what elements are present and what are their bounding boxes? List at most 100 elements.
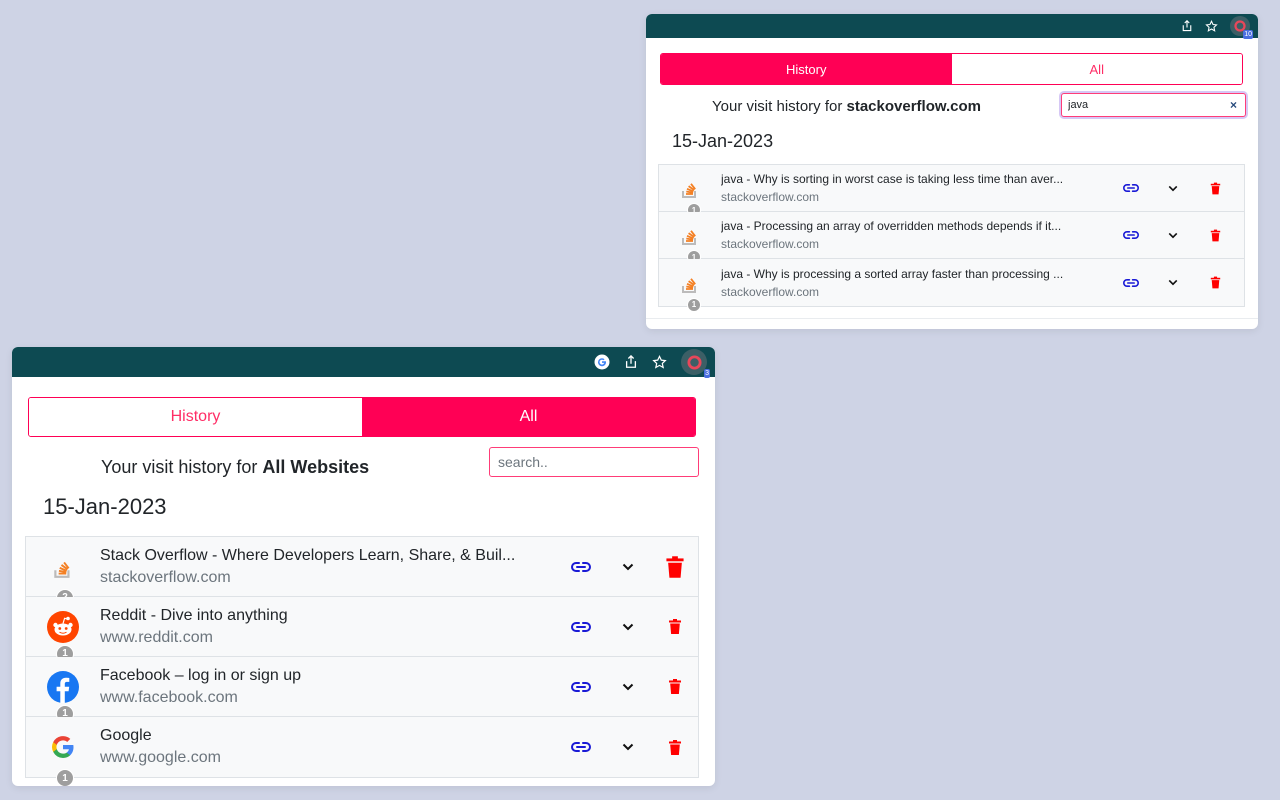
stackoverflow-icon <box>54 561 70 578</box>
item-info: java - Why is processing a sorted array … <box>721 267 1110 299</box>
item-info: Stack Overflow - Where Developers Learn,… <box>100 547 557 587</box>
trash-icon[interactable] <box>651 678 698 695</box>
search-input[interactable] <box>498 454 698 470</box>
page-heading: Your visit history for stackoverflow.com <box>712 98 981 115</box>
history-row: 1 Facebook – log in or sign up www.faceb… <box>26 657 698 723</box>
star-icon[interactable] <box>1205 19 1218 33</box>
chevron-down-icon[interactable] <box>604 683 651 691</box>
item-title: java - Why is processing a sorted array … <box>721 266 1064 281</box>
item-url: www.google.com <box>100 749 221 766</box>
favicon-wrap: 1 <box>26 610 100 663</box>
clear-search-icon[interactable]: × <box>1230 98 1237 112</box>
page-heading: Your visit history for All Websites <box>101 457 369 478</box>
visit-count-badge: 1 <box>687 297 701 312</box>
heading-prefix: Your visit history for <box>712 98 847 115</box>
item-url: www.facebook.com <box>100 688 238 706</box>
search-input[interactable] <box>1068 99 1230 111</box>
chevron-down-icon[interactable] <box>1152 279 1194 286</box>
link-icon[interactable] <box>557 741 604 753</box>
date-heading: 15-Jan-2023 <box>43 494 167 519</box>
trash-icon[interactable] <box>1194 229 1236 242</box>
history-row: 1 java - Why is processing a sorted arra… <box>659 259 1244 312</box>
item-title: Reddit - Dive into anything <box>100 606 288 624</box>
history-row: 1 Google www.google.com <box>26 717 698 786</box>
search-box: × <box>1061 93 1246 117</box>
favicon-wrap: 1 <box>659 224 721 264</box>
heading-site: All Websites <box>262 457 370 477</box>
item-title: Facebook – log in or sign up <box>100 666 302 684</box>
extension-badge: 3 <box>704 369 710 378</box>
link-icon[interactable] <box>557 621 604 633</box>
item-url: stackoverflow.com <box>721 237 820 251</box>
history-row: 2 Stack Overflow - Where Developers Lear… <box>26 537 698 607</box>
heading-site: stackoverflow.com <box>846 98 982 115</box>
favicon-wrap: 1 <box>659 177 721 217</box>
item-info: Facebook – log in or sign up www.faceboo… <box>100 667 557 707</box>
footer-divider <box>646 318 1258 319</box>
trash-icon[interactable] <box>1194 182 1236 195</box>
chevron-down-icon[interactable] <box>1152 232 1194 239</box>
tab-history[interactable]: History <box>661 54 952 84</box>
favicon-wrap: 1 <box>659 272 721 312</box>
link-icon[interactable] <box>557 681 604 693</box>
link-icon[interactable] <box>1110 183 1152 193</box>
chevron-down-icon[interactable] <box>1152 185 1194 192</box>
link-icon[interactable] <box>1110 278 1152 288</box>
favicon-wrap: 1 <box>26 735 100 786</box>
star-icon[interactable] <box>652 354 667 370</box>
tab-bar: History All <box>660 53 1243 85</box>
browser-toolbar: 3 <box>12 347 715 378</box>
trash-icon[interactable] <box>651 618 698 635</box>
tab-all[interactable]: All <box>362 398 695 436</box>
item-actions <box>557 618 698 635</box>
popup-window-all-history: 3 History All Your visit history for All… <box>12 347 715 786</box>
item-actions <box>557 678 698 695</box>
google-icon <box>52 736 74 758</box>
stackoverflow-icon <box>682 183 696 198</box>
item-actions <box>1110 229 1236 242</box>
extension-icon[interactable]: 10 <box>1230 16 1253 39</box>
history-list: 2 Stack Overflow - Where Developers Lear… <box>25 536 699 786</box>
history-list: 1 java - Why is sorting in worst case is… <box>658 164 1245 312</box>
facebook-icon <box>47 670 79 703</box>
item-actions <box>557 739 698 756</box>
item-actions <box>557 555 698 579</box>
chevron-down-icon[interactable] <box>604 743 651 751</box>
heading-prefix: Your visit history for <box>101 457 263 477</box>
reddit-icon <box>47 610 79 643</box>
tab-all[interactable]: All <box>951 54 1242 84</box>
favicon-wrap: 1 <box>26 670 100 723</box>
item-info: java - Processing an array of overridden… <box>721 219 1110 251</box>
search-box <box>489 447 699 477</box>
link-icon[interactable] <box>1110 230 1152 240</box>
item-url: www.reddit.com <box>100 628 213 646</box>
share-icon[interactable] <box>1181 20 1193 32</box>
trash-icon[interactable] <box>1194 276 1236 289</box>
item-actions <box>1110 182 1236 195</box>
item-info: Reddit - Dive into anything www.reddit.c… <box>100 607 557 647</box>
item-info: Google www.google.com <box>100 727 557 767</box>
stackoverflow-icon <box>682 230 696 245</box>
extension-badge: 10 <box>1243 30 1253 39</box>
trash-icon[interactable] <box>651 739 698 756</box>
item-info: java - Why is sorting in worst case is t… <box>721 172 1110 204</box>
trash-icon[interactable] <box>651 555 698 579</box>
chevron-down-icon[interactable] <box>604 563 651 571</box>
visit-count-badge: 1 <box>56 769 74 786</box>
item-url: stackoverflow.com <box>721 284 820 299</box>
item-actions <box>1110 276 1236 289</box>
link-icon[interactable] <box>557 561 604 573</box>
extension-icon[interactable]: 3 <box>681 349 710 378</box>
google-lens-icon[interactable] <box>594 354 610 370</box>
browser-toolbar: 10 <box>646 14 1258 39</box>
history-row: 1 java - Processing an array of overridd… <box>659 212 1244 264</box>
item-url: stackoverflow.com <box>721 190 820 204</box>
chevron-down-icon[interactable] <box>604 623 651 631</box>
item-title: Google <box>100 727 152 744</box>
history-row: 1 java - Why is sorting in worst case is… <box>659 165 1244 217</box>
tab-history[interactable]: History <box>29 398 362 436</box>
date-heading: 15-Jan-2023 <box>672 131 774 151</box>
item-title: java - Processing an array of overridden… <box>721 219 1062 233</box>
share-icon[interactable] <box>624 355 638 369</box>
item-title: java - Why is sorting in worst case is t… <box>721 172 1064 186</box>
